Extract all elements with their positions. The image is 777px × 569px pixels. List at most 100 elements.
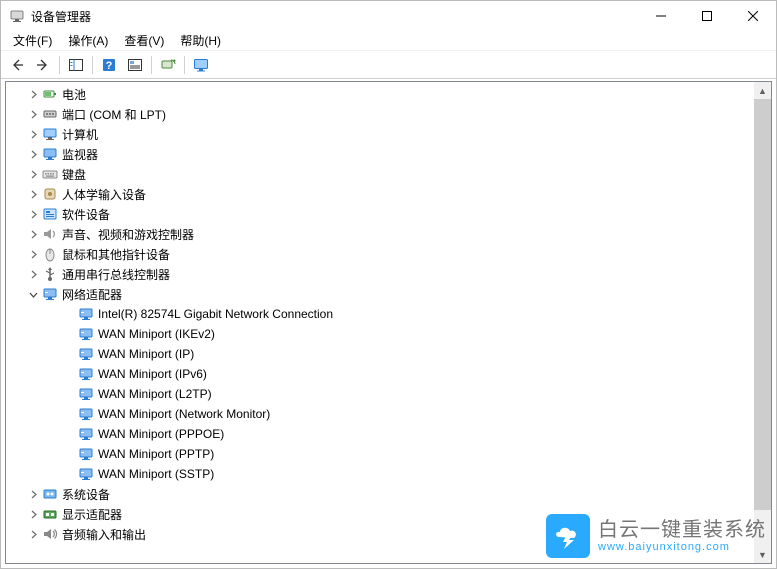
monitor-icon xyxy=(42,146,58,162)
tree-node[interactable]: WAN Miniport (IKEv2) xyxy=(6,324,771,344)
menu-view[interactable]: 查看(V) xyxy=(116,30,172,51)
menu-help[interactable]: 帮助(H) xyxy=(172,30,229,51)
expand-icon[interactable] xyxy=(26,107,40,121)
close-button[interactable] xyxy=(730,1,776,31)
tree-node[interactable]: 系统设备 xyxy=(6,484,771,504)
tree-node[interactable]: 人体学输入设备 xyxy=(6,184,771,204)
tree-node-label: 软件设备 xyxy=(62,206,110,223)
nic-icon xyxy=(78,326,94,342)
properties-button[interactable] xyxy=(123,53,147,77)
menu-action[interactable]: 操作(A) xyxy=(60,30,116,51)
vertical-scrollbar[interactable]: ▲ ▼ xyxy=(754,82,771,563)
nic-icon xyxy=(78,346,94,362)
help-button[interactable]: ? xyxy=(97,53,121,77)
app-icon xyxy=(9,8,25,24)
tree-node-label: 端口 (COM 和 LPT) xyxy=(62,106,166,123)
nic-icon xyxy=(78,406,94,422)
port-icon xyxy=(42,106,58,122)
expand-icon[interactable] xyxy=(26,247,40,261)
tree-node-label: 键盘 xyxy=(62,166,86,183)
tree-node-label: WAN Miniport (SSTP) xyxy=(98,467,214,481)
keyboard-icon xyxy=(42,166,58,182)
network-icon xyxy=(42,286,58,302)
menu-file[interactable]: 文件(F) xyxy=(5,30,60,51)
tree-node[interactable]: WAN Miniport (IP) xyxy=(6,344,771,364)
tree-node[interactable]: WAN Miniport (L2TP) xyxy=(6,384,771,404)
titlebar: 设备管理器 xyxy=(1,1,776,31)
monitor-button[interactable] xyxy=(189,53,213,77)
system-icon xyxy=(42,486,58,502)
tree-node[interactable]: WAN Miniport (Network Monitor) xyxy=(6,404,771,424)
tree-node[interactable]: 通用串行总线控制器 xyxy=(6,264,771,284)
minimize-button[interactable] xyxy=(638,1,684,31)
tree-node[interactable]: 声音、视频和游戏控制器 xyxy=(6,224,771,244)
toolbar-separator xyxy=(92,56,93,74)
toolbar: ? xyxy=(1,51,776,79)
scroll-up-arrow[interactable]: ▲ xyxy=(754,82,771,99)
expand-icon[interactable] xyxy=(26,507,40,521)
tree-node-label: 电池 xyxy=(62,86,86,103)
tree-node-label: WAN Miniport (L2TP) xyxy=(98,387,212,401)
expand-icon[interactable] xyxy=(26,487,40,501)
tree-node[interactable]: 软件设备 xyxy=(6,204,771,224)
menubar: 文件(F) 操作(A) 查看(V) 帮助(H) xyxy=(1,31,776,51)
tree-node-label: 鼠标和其他指针设备 xyxy=(62,246,170,263)
computer-icon xyxy=(42,126,58,142)
tree-node-label: WAN Miniport (PPPOE) xyxy=(98,427,224,441)
tree-node[interactable]: 计算机 xyxy=(6,124,771,144)
nic-icon xyxy=(78,466,94,482)
toolbar-separator xyxy=(59,56,60,74)
tree-node-label: 网络适配器 xyxy=(62,286,122,303)
tree-node-label: 通用串行总线控制器 xyxy=(62,266,170,283)
mouse-icon xyxy=(42,246,58,262)
tree-node[interactable]: 监视器 xyxy=(6,144,771,164)
expand-icon[interactable] xyxy=(26,147,40,161)
window-controls xyxy=(638,1,776,31)
expand-icon[interactable] xyxy=(26,167,40,181)
expand-icon[interactable] xyxy=(26,527,40,541)
tree-node-label: WAN Miniport (PPTP) xyxy=(98,447,214,461)
collapse-icon[interactable] xyxy=(26,287,40,301)
nic-icon xyxy=(78,366,94,382)
toolbar-separator xyxy=(184,56,185,74)
tree-node[interactable]: 键盘 xyxy=(6,164,771,184)
expand-icon[interactable] xyxy=(26,187,40,201)
expand-icon[interactable] xyxy=(26,207,40,221)
expand-icon[interactable] xyxy=(26,87,40,101)
tree-node[interactable]: WAN Miniport (PPTP) xyxy=(6,444,771,464)
tree-node[interactable]: WAN Miniport (IPv6) xyxy=(6,364,771,384)
tree-node-label: WAN Miniport (IPv6) xyxy=(98,367,207,381)
usb-icon xyxy=(42,266,58,282)
tree-node[interactable]: 电池 xyxy=(6,84,771,104)
tree-node[interactable]: 端口 (COM 和 LPT) xyxy=(6,104,771,124)
tree-node[interactable]: 网络适配器 xyxy=(6,284,771,304)
audio-icon xyxy=(42,526,58,542)
back-button[interactable] xyxy=(5,53,29,77)
tree-node[interactable]: Intel(R) 82574L Gigabit Network Connecti… xyxy=(6,304,771,324)
scroll-track[interactable] xyxy=(754,99,771,546)
tree-node[interactable]: WAN Miniport (PPPOE) xyxy=(6,424,771,444)
tree-node-label: WAN Miniport (Network Monitor) xyxy=(98,407,270,421)
tree-node[interactable]: WAN Miniport (SSTP) xyxy=(6,464,771,484)
show-hide-tree-button[interactable] xyxy=(64,53,88,77)
forward-button[interactable] xyxy=(31,53,55,77)
tree-node-label: 声音、视频和游戏控制器 xyxy=(62,226,194,243)
scroll-down-arrow[interactable]: ▼ xyxy=(754,546,771,563)
tree-node[interactable]: 鼠标和其他指针设备 xyxy=(6,244,771,264)
expand-icon[interactable] xyxy=(26,227,40,241)
expand-icon[interactable] xyxy=(26,127,40,141)
svg-text:?: ? xyxy=(106,60,113,72)
toolbar-separator xyxy=(151,56,152,74)
tree-node-label: 系统设备 xyxy=(62,486,110,503)
battery-icon xyxy=(42,86,58,102)
scroll-thumb[interactable] xyxy=(754,99,771,510)
device-tree[interactable]: 电池端口 (COM 和 LPT)计算机监视器键盘人体学输入设备软件设备声音、视频… xyxy=(6,82,771,563)
tree-node[interactable]: 音频输入和输出 xyxy=(6,524,771,544)
maximize-button[interactable] xyxy=(684,1,730,31)
hid-icon xyxy=(42,186,58,202)
tree-node[interactable]: 显示适配器 xyxy=(6,504,771,524)
tree-node-label: WAN Miniport (IKEv2) xyxy=(98,327,215,341)
tree-node-label: 音频输入和输出 xyxy=(62,526,146,543)
scan-hardware-button[interactable] xyxy=(156,53,180,77)
expand-icon[interactable] xyxy=(26,267,40,281)
